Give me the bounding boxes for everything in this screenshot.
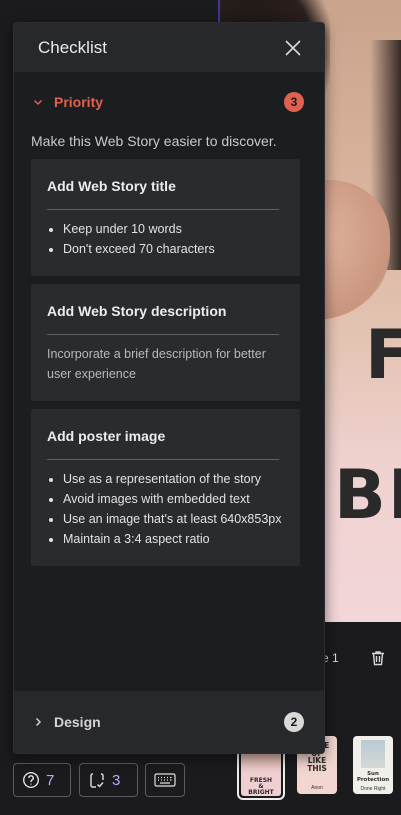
card-divider [47, 209, 279, 210]
thumbnail-subtext: Done Right [360, 786, 386, 792]
card-bullets: Use as a representation of the story Avo… [47, 469, 300, 549]
chevron-right-icon [35, 717, 42, 727]
checklist-panel: Checklist Priority 3 Make this Web Story… [13, 22, 325, 754]
checklist-header: Checklist [14, 23, 324, 72]
card-divider [47, 334, 279, 335]
checklist-card-description[interactable]: Add Web Story description Incorporate a … [31, 284, 300, 401]
card-bullet: Use an image that's at least 640x853px [63, 509, 300, 529]
trash-icon[interactable] [369, 649, 387, 667]
keyboard-shortcuts-button[interactable] [145, 763, 185, 797]
card-bullet: Maintain a 3:4 aspect ratio [63, 529, 300, 549]
checklist-card-title[interactable]: Add Web Story title Keep under 10 words … [31, 159, 300, 276]
checklist-card-poster[interactable]: Add poster image Use as a representation… [31, 409, 300, 566]
thumbnail-text: Sun Protection [356, 771, 390, 783]
priority-description: Make this Web Story easier to discover. [31, 133, 277, 149]
chevron-down-icon [33, 99, 43, 106]
thumbnail-image [361, 740, 385, 768]
design-count-badge: 2 [284, 712, 304, 732]
design-section-toggle[interactable]: Design 2 [14, 691, 324, 753]
checklist-button[interactable]: 3 [79, 763, 138, 797]
canvas-text-1[interactable]: F [365, 322, 401, 390]
card-divider [47, 459, 279, 460]
card-bullet: Use as a representation of the story [63, 469, 300, 489]
card-bullet: Keep under 10 words [63, 219, 300, 239]
thumbnail-text: FRESH & BRIGHT [248, 777, 274, 796]
card-text: Incorporate a brief description for bett… [47, 347, 266, 381]
page-thumbnail-3[interactable]: Sun Protection Done Right [353, 736, 393, 794]
card-bullet: Don't exceed 70 characters [63, 239, 300, 259]
help-count: 7 [46, 771, 55, 789]
priority-section-label: Priority [54, 94, 104, 110]
close-icon[interactable] [284, 39, 302, 57]
help-center-button[interactable]: 7 [13, 763, 71, 797]
card-title: Add poster image [47, 428, 166, 444]
help-icon [22, 771, 40, 789]
keyboard-icon [154, 773, 176, 787]
thumbnail-subtext: Anon [311, 785, 323, 791]
card-bullet: Avoid images with embedded text [63, 489, 300, 509]
priority-count-badge: 3 [284, 92, 304, 112]
checklist-count: 3 [112, 771, 121, 789]
checklist-title: Checklist [38, 37, 107, 57]
canvas-text-2[interactable]: BI [334, 462, 401, 530]
card-title: Add Web Story title [47, 178, 176, 194]
checklist-icon [90, 773, 104, 788]
card-title: Add Web Story description [47, 303, 227, 319]
design-section-label: Design [54, 714, 101, 730]
priority-section-toggle[interactable]: Priority 3 [14, 87, 324, 117]
card-bullets: Keep under 10 words Don't exceed 70 char… [47, 219, 300, 259]
